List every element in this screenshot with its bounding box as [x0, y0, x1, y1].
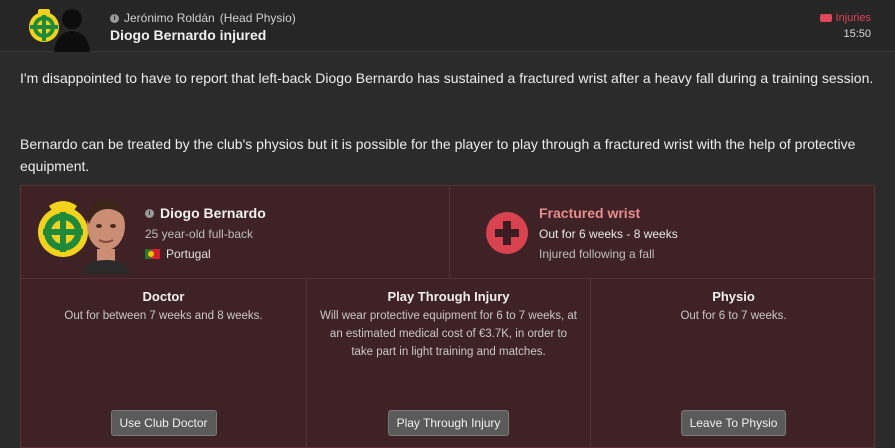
player-photo [81, 199, 129, 274]
player-description: 25 year-old full-back [145, 227, 254, 241]
message-paragraph-2: Bernardo can be treated by the club's ph… [20, 136, 856, 174]
player-name-row: i Diogo Bernardo [145, 205, 266, 221]
injury-card: Fractured wrist Out for 6 weeks - 8 week… [449, 186, 876, 278]
option-doctor: Doctor Out for between 7 weeks and 8 wee… [21, 279, 306, 448]
player-nationality: Portugal [145, 247, 211, 261]
nationality-label[interactable]: Portugal [166, 247, 211, 261]
medical-cross-icon [486, 212, 528, 254]
message-paragraph-1: I'm disappointed to have to report that … [20, 70, 874, 86]
portugal-flag-icon [145, 249, 160, 259]
info-icon[interactable]: i [110, 13, 119, 23]
sender-name[interactable]: Jerónimo Roldán [124, 11, 215, 25]
option-physio: Physio Out for 6 to 7 weeks. Leave To Ph… [591, 279, 876, 448]
option-description: Out for 6 to 7 weeks. [680, 310, 787, 322]
category-label: Injuries [835, 12, 871, 24]
option-description: Will wear protective equipment for 6 to … [320, 310, 577, 358]
sender-avatar-icon [54, 9, 90, 52]
player-card: i Diogo Bernardo 25 year-old full-back P… [21, 186, 449, 278]
sender-line: i Jerónimo Roldán (Head Physio) [110, 11, 296, 25]
bandage-icon [819, 14, 832, 22]
option-play-through-injury: Play Through Injury Will wear protective… [306, 279, 591, 448]
option-title: Doctor [142, 289, 185, 304]
option-title: Physio [712, 289, 755, 304]
use-club-doctor-button[interactable]: Use Club Doctor [110, 410, 217, 436]
message-header: i Jerónimo Roldán (Head Physio) Diogo Be… [0, 0, 895, 52]
injury-title: Fractured wrist [539, 205, 641, 221]
player-name[interactable]: Diogo Bernardo [160, 205, 266, 221]
message-category[interactable]: Injuries [819, 12, 871, 24]
message-subject: Diogo Bernardo injured [110, 27, 267, 43]
option-title: Play Through Injury [387, 289, 510, 304]
option-description: Out for between 7 weeks and 8 weeks. [64, 310, 263, 322]
injury-duration: Out for 6 weeks - 8 weeks [539, 227, 678, 241]
injury-cause: Injured following a fall [539, 247, 655, 261]
message-time: 15:50 [843, 28, 871, 40]
leave-to-physio-button[interactable]: Leave To Physio [680, 410, 787, 436]
play-through-injury-button[interactable]: Play Through Injury [387, 410, 510, 436]
treatment-options: Doctor Out for between 7 weeks and 8 wee… [21, 278, 876, 448]
sender-role: (Head Physio) [219, 11, 296, 25]
info-icon[interactable]: i [145, 208, 154, 218]
injury-panel: i Diogo Bernardo 25 year-old full-back P… [20, 185, 876, 448]
